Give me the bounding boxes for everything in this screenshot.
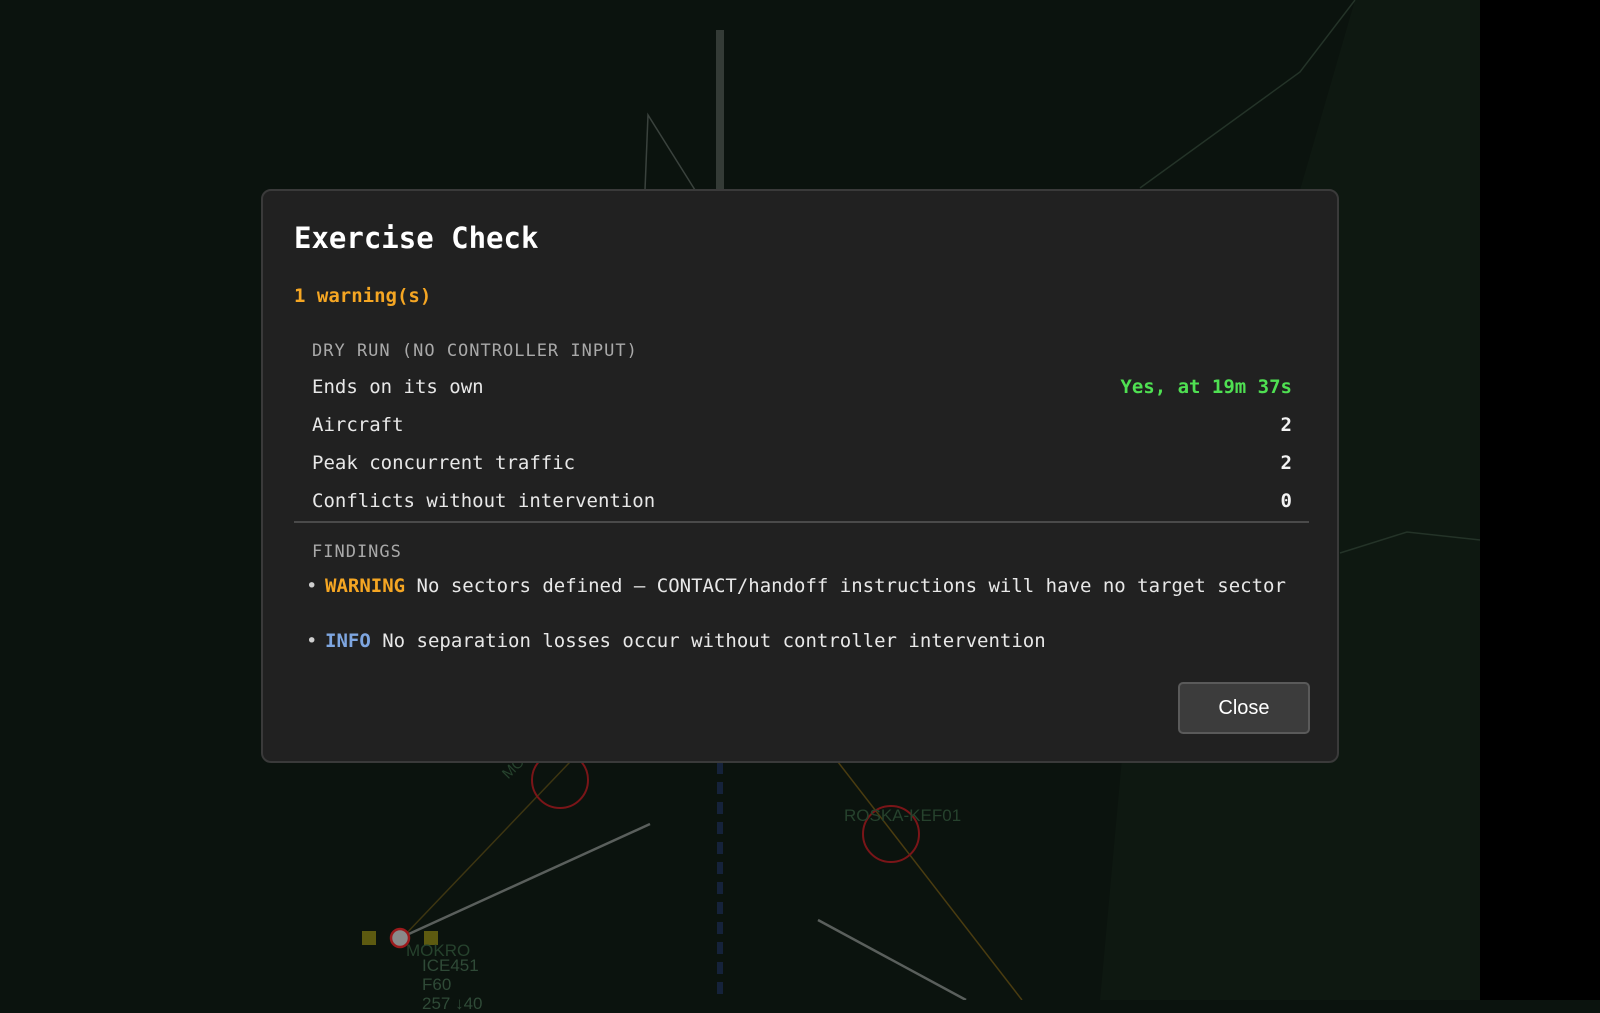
finding-text: No sectors defined — CONTACT/handoff ins… xyxy=(416,575,1286,597)
stat-value: 2 xyxy=(1280,452,1292,474)
finding-text: No separation losses occur without contr… xyxy=(382,630,1046,652)
stat-row-ends-on-own: Ends on its own Yes, at 19m 37s xyxy=(312,372,1292,402)
stat-label: Ends on its own xyxy=(312,376,484,398)
fix-label: ROSKA-KEF01 xyxy=(844,806,962,825)
stat-row-peak-traffic: Peak concurrent traffic 2 xyxy=(312,448,1292,478)
stat-value: Yes, at 19m 37s xyxy=(1120,376,1292,398)
aircraft-altitude: F60 xyxy=(422,975,452,994)
route-line xyxy=(399,822,651,940)
stat-label: Aircraft xyxy=(312,414,404,436)
dry-run-heading: DRY RUN (NO CONTROLLER INPUT) xyxy=(312,341,638,361)
findings-heading: FINDINGS xyxy=(312,542,402,562)
stat-row-conflicts: Conflicts without intervention 0 xyxy=(312,486,1292,516)
dialog-title: Exercise Check xyxy=(294,221,539,255)
aircraft-data-block[interactable]: ICE451 F60 257 ↓40 xyxy=(422,956,483,1013)
aircraft-callsign: ICE451 xyxy=(422,956,479,975)
stat-value: 2 xyxy=(1280,414,1292,436)
stat-row-aircraft: Aircraft 2 xyxy=(312,410,1292,440)
severity-badge: WARNING xyxy=(325,575,406,597)
warning-summary: 1 warning(s) xyxy=(294,285,432,307)
terrain-outline xyxy=(644,112,696,191)
exercise-check-dialog: Exercise Check 1 warning(s) DRY RUN (NO … xyxy=(261,189,1339,763)
stat-value: 0 xyxy=(1280,490,1292,512)
stat-label: Conflicts without intervention xyxy=(312,490,656,512)
finding-item: • WARNING No sectors defined — CONTACT/h… xyxy=(306,574,1286,598)
side-panel-edge xyxy=(1480,0,1600,1000)
bullet-icon: • xyxy=(306,575,318,597)
section-divider xyxy=(294,521,1309,523)
finding-item: • INFO No separation losses occur withou… xyxy=(306,629,1286,653)
route-line xyxy=(837,761,1023,1000)
bullet-icon: • xyxy=(306,630,318,652)
history-dot xyxy=(362,931,376,945)
aircraft-speed: 257 ↓40 xyxy=(422,994,483,1013)
severity-badge: INFO xyxy=(325,630,371,652)
close-button[interactable]: Close xyxy=(1178,682,1310,734)
stat-label: Peak concurrent traffic xyxy=(312,452,576,474)
route-line xyxy=(401,761,571,939)
route-line xyxy=(817,918,967,1000)
